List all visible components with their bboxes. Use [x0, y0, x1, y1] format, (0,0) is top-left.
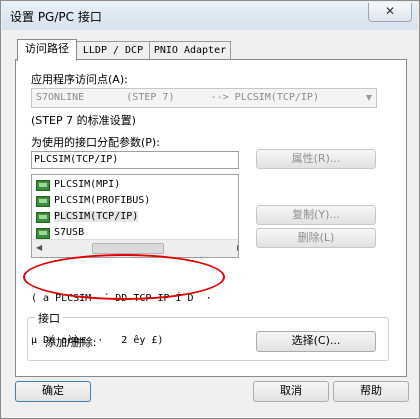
list-item-label: PLCSIM(TCP/IP) [54, 211, 139, 222]
network-card-icon [36, 228, 50, 239]
default-setting-text: (STEP 7 的标准设置) [31, 114, 136, 127]
properties-button-label: 属性(R)... [291, 152, 341, 165]
close-button[interactable]: ✕ [368, 3, 412, 22]
red-annotation-circle [23, 254, 225, 300]
close-icon: ✕ [384, 4, 396, 18]
tab-label: 访问路径 [25, 42, 69, 55]
app-access-point-select[interactable]: S7ONLINE (STEP 7) --> PLCSIM(TCP/IP) ▼ [31, 88, 377, 108]
cancel-button[interactable]: 取消 [253, 381, 329, 402]
tab-pnio-adapter[interactable]: PNIO Adapter [149, 41, 231, 61]
tab-label: LLDP / DCP [82, 45, 144, 56]
help-button-label: 帮助 [360, 384, 382, 397]
interface-param-field[interactable]: PLCSIM(TCP/IP) [31, 151, 239, 169]
scroll-thumb[interactable] [92, 243, 164, 254]
delete-button-label: 删除(L) [297, 231, 335, 244]
list-item-label: PLCSIM(MPI) [54, 179, 121, 190]
scroll-right-icon[interactable]: ▶ [237, 243, 238, 252]
properties-button[interactable]: 属性(R)... [256, 149, 376, 169]
window-title: 设置 PG/PC 接口 [10, 10, 102, 24]
tab-access-path[interactable]: 访问路径 [17, 39, 77, 61]
cancel-button-label: 取消 [280, 384, 302, 397]
network-card-icon [36, 196, 50, 207]
title-bar[interactable]: 设置 PG/PC 接口 ✕ [2, 2, 418, 30]
ok-button-label: 确定 [42, 384, 64, 397]
delete-button[interactable]: 删除(L) [256, 228, 376, 248]
ok-button[interactable]: 确定 [15, 381, 91, 402]
interface-param-label: 为使用的接口分配参数(P): [31, 136, 160, 149]
tab-label: PNIO Adapter [153, 45, 227, 56]
copy-button-label: 复制(Y)... [292, 208, 340, 221]
list-item-label: PLCSIM(PROFIBUS) [54, 195, 151, 206]
select-button[interactable]: 选择(C)... [256, 331, 376, 352]
copy-button[interactable]: 复制(Y)... [256, 205, 376, 225]
scroll-left-icon[interactable]: ◀ [36, 243, 42, 252]
tab-lldp-dcp[interactable]: LLDP / DCP [76, 41, 150, 61]
interfaces-group-title: 接口 [35, 310, 63, 326]
list-item-label: S7USB [54, 227, 85, 238]
app-access-point-label: 应用程序访问点(A): [31, 73, 128, 86]
dialog-window: 设置 PG/PC 接口 ✕ 访问路径 LLDP / DCP PNIO Adapt… [0, 0, 420, 419]
network-card-icon [36, 212, 50, 223]
chevron-down-icon: ▼ [365, 93, 372, 102]
add-remove-label: 添加/删除: [45, 336, 97, 349]
interface-param-value: PLCSIM(TCP/IP) [34, 154, 119, 165]
interface-listbox[interactable]: PLCSIM(MPI) PLCSIM(PROFIBUS) PLCSIM(TCP/… [31, 174, 239, 258]
help-button[interactable]: 帮助 [333, 381, 409, 402]
select-button-label: 选择(C)... [291, 334, 341, 347]
network-card-icon [36, 180, 50, 191]
app-access-point-value: S7ONLINE (STEP 7) --> PLCSIM(TCP/IP) [36, 92, 319, 103]
